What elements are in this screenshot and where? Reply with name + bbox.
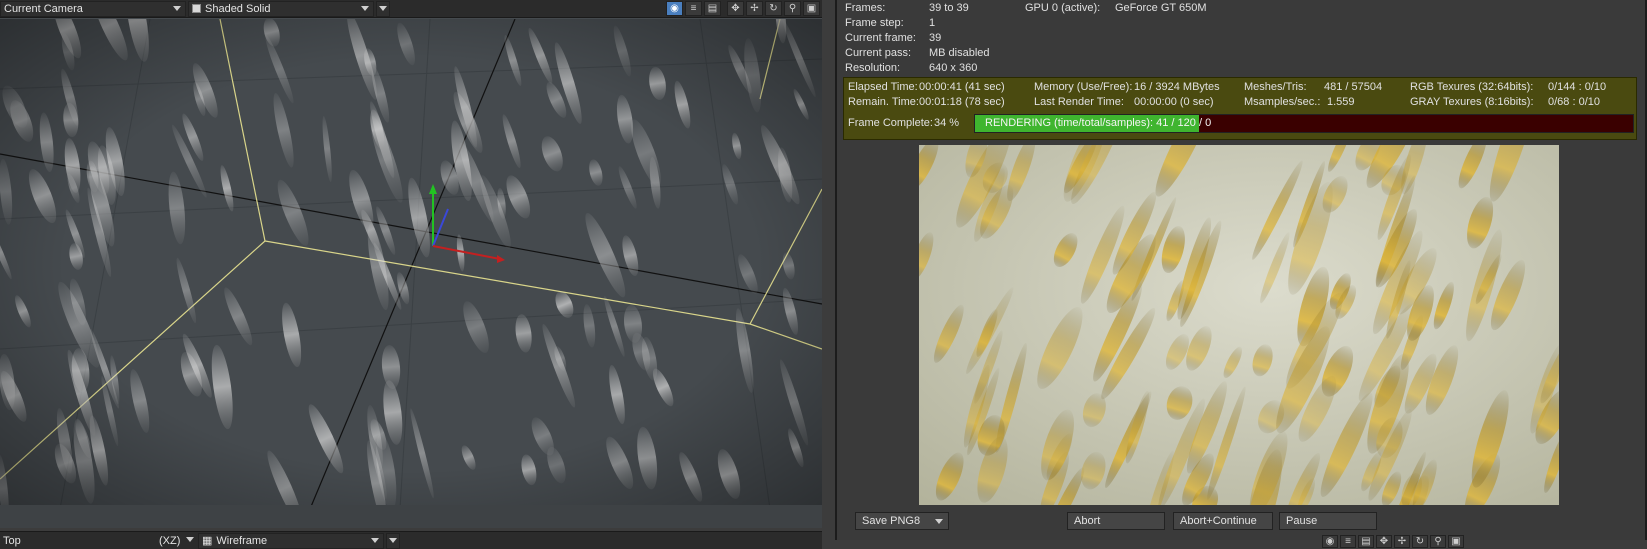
frames-label: Frames:: [845, 2, 886, 14]
resolution-value: 640 x 360: [929, 62, 978, 74]
render-status-window: Frames: 39 to 39 GPU 0 (active): GeForce…: [835, 0, 1647, 540]
shading-checkbox[interactable]: [192, 4, 201, 13]
chevron-down-icon: [186, 536, 194, 542]
zoom-icon[interactable]: ⚲: [1430, 535, 1446, 548]
frame-complete-value: 34 %: [934, 117, 960, 129]
zoom-icon[interactable]: ⚲: [784, 1, 801, 16]
msamples-value: 1.559: [1327, 96, 1355, 108]
elapsed-label: Elapsed Time:: [848, 81, 918, 93]
axis-select[interactable]: (XZ): [156, 533, 194, 549]
frames-value: 39 to 39: [929, 2, 969, 14]
frame-complete-label: Frame Complete:: [848, 117, 933, 129]
render-preview-canvas: [919, 145, 1559, 505]
current-pass-value: MB disabled: [929, 47, 990, 59]
camera-select-label: Current Camera: [4, 2, 83, 15]
render-progress-bar: RENDERING (time/total/samples): 41 / 120…: [974, 114, 1634, 133]
chevron-down-icon: [935, 519, 943, 524]
app-window: Current Camera Shaded Solid ◉ ≡ ▤ ✥ ✢ ↻ …: [0, 0, 1647, 549]
chevron-down-icon: [361, 5, 369, 11]
last-render-label: Last Render Time:: [1034, 96, 1124, 108]
chevron-down-icon: [379, 5, 387, 11]
render-progress-text: RENDERING (time/total/samples): 41 / 120…: [985, 117, 1212, 129]
current-frame-value: 39: [929, 32, 942, 44]
meshes-label: Meshes/Tris:: [1244, 81, 1307, 93]
memory-value: 16 / 3924 MBytes: [1134, 81, 1220, 93]
viewport-toolbar: Current Camera Shaded Solid ◉ ≡ ▤ ✥ ✢ ↻ …: [0, 0, 822, 18]
msamples-label: Msamples/sec.:: [1244, 96, 1321, 108]
current-frame-label: Current frame:: [845, 32, 916, 44]
camera-icon[interactable]: ◉: [666, 1, 683, 16]
pause-button[interactable]: Pause: [1279, 512, 1377, 530]
gpu-label: GPU 0 (active):: [1025, 2, 1101, 14]
rotate-icon[interactable]: ↻: [1412, 535, 1428, 548]
resolution-label: Resolution:: [845, 62, 901, 74]
abort-button-label: Abort: [1074, 515, 1101, 527]
render-progress-panel: Elapsed Time: 00:00:41 (41 sec) Remain. …: [843, 77, 1637, 140]
current-pass-label: Current pass:: [845, 47, 912, 59]
bottom-shading-options-button[interactable]: [386, 532, 400, 549]
remain-value: 00:01:18 (78 sec): [919, 96, 1005, 108]
last-render-value: 00:00:00 (0 sec): [1134, 96, 1214, 108]
gray-textures-value: 0/68 : 0/10: [1548, 96, 1600, 108]
axis-select-label: (XZ): [159, 534, 181, 547]
chevron-down-icon: [371, 537, 379, 543]
chevron-down-icon: [389, 537, 397, 543]
maximize-icon[interactable]: ▣: [1448, 535, 1464, 548]
bottom-shading-label: Wireframe: [216, 534, 268, 547]
elapsed-value: 00:00:41 (41 sec): [919, 81, 1005, 93]
pan-icon[interactable]: ✢: [1394, 535, 1410, 548]
viewport-scene[interactable]: [0, 19, 822, 509]
viewport-bottom-strip: [0, 505, 822, 528]
viewport-bottom-toolbar: Top (XZ) ▦ Wireframe: [0, 531, 822, 549]
rotate-icon[interactable]: ↻: [765, 1, 782, 16]
list-icon[interactable]: ≡: [685, 1, 702, 16]
maximize-icon[interactable]: ▣: [803, 1, 820, 16]
pause-button-label: Pause: [1286, 515, 1318, 527]
camera-select[interactable]: Current Camera: [0, 0, 186, 17]
grid-icon: ▦: [202, 535, 213, 547]
view-select[interactable]: Top: [0, 533, 156, 549]
rgb-textures-label: RGB Texures (32:64bits):: [1410, 81, 1534, 93]
move-icon[interactable]: ✥: [1376, 535, 1392, 548]
shading-options-button[interactable]: [376, 0, 390, 17]
gpu-value: GeForce GT 650M: [1115, 2, 1207, 14]
save-format-label: Save PNG8: [862, 515, 921, 527]
move-icon[interactable]: ✥: [727, 1, 744, 16]
view-select-label: Top: [3, 534, 21, 547]
abort-button[interactable]: Abort: [1067, 512, 1165, 530]
remain-label: Remain. Time:: [848, 96, 919, 108]
render-preview-image: [919, 145, 1559, 505]
frame-step-value: 1: [929, 17, 936, 29]
bottom-shading-select[interactable]: ▦ Wireframe: [198, 532, 384, 549]
pan-icon[interactable]: ✢: [746, 1, 763, 16]
rgb-textures-value: 0/144 : 0/10: [1548, 81, 1607, 93]
list-icon[interactable]: ≡: [1340, 535, 1356, 548]
viewport-perspective[interactable]: Current Camera Shaded Solid ◉ ≡ ▤ ✥ ✢ ↻ …: [0, 0, 822, 528]
abort-continue-button[interactable]: Abort+Continue: [1173, 512, 1273, 530]
meshes-value: 481 / 57504: [1324, 81, 1383, 93]
memory-label: Memory (Use/Free):: [1034, 81, 1133, 93]
save-format-select[interactable]: Save PNG8: [855, 512, 949, 530]
shading-select-label: Shaded Solid: [205, 2, 271, 15]
render-settings-icon[interactable]: ▤: [704, 1, 721, 16]
abort-continue-button-label: Abort+Continue: [1180, 515, 1257, 527]
gray-textures-label: GRAY Texures (8:16bits):: [1410, 96, 1534, 108]
render-settings-icon[interactable]: ▤: [1358, 535, 1374, 548]
chevron-down-icon: [173, 5, 181, 11]
frame-step-label: Frame step:: [845, 17, 904, 29]
bottom-right-toolbar: ◉ ≡ ▤ ✥ ✢ ↻ ⚲ ▣: [1320, 535, 1464, 549]
render-info: Frames: 39 to 39 GPU 0 (active): GeForce…: [845, 2, 1625, 74]
camera-icon[interactable]: ◉: [1322, 535, 1338, 548]
shading-select[interactable]: Shaded Solid: [188, 0, 374, 17]
